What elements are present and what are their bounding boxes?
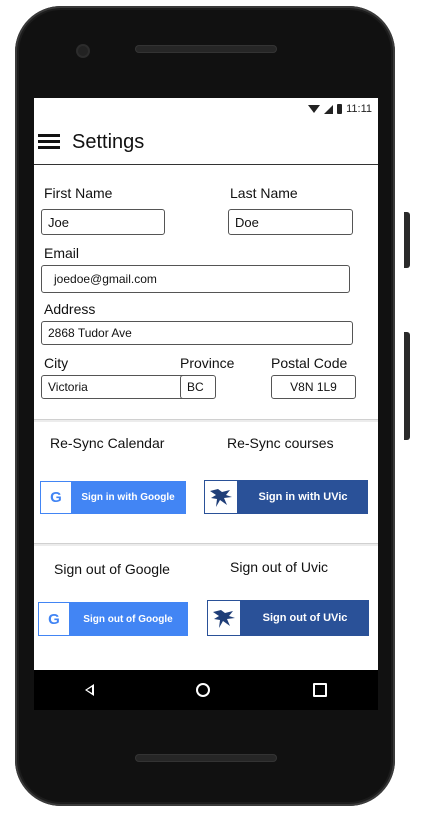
home-icon[interactable] (196, 683, 211, 697)
uvic-sign-out-label: Sign out of UVic (262, 612, 348, 624)
top-speaker (135, 45, 277, 53)
postal-code-label: Postal Code (271, 355, 348, 371)
status-time: 11:11 (346, 103, 372, 115)
profile-form: First Name Last Name Joe Doe Email joedo… (34, 165, 378, 420)
sign-out-google-label: Sign out of Google (54, 561, 170, 577)
bottom-speaker (135, 754, 277, 762)
battery-icon (337, 104, 343, 114)
province-field[interactable]: BC (180, 375, 216, 399)
email-field[interactable]: joedoe@gmail.com (41, 265, 350, 293)
province-label: Province (180, 355, 235, 371)
front-camera (78, 46, 88, 56)
first-name-field[interactable]: Joe (41, 209, 165, 235)
address-field[interactable]: 2868 Tudor Ave (41, 321, 353, 345)
resync-courses-label: Re-Sync courses (227, 435, 334, 451)
page-title: Settings (72, 130, 145, 153)
app-screen: 11:11 Settings First Name Last Name Joe … (34, 98, 378, 710)
city-field[interactable]: Victoria (41, 375, 193, 399)
first-name-label: First Name (44, 185, 113, 201)
google-sign-in-label: Sign in with Google (71, 482, 185, 513)
wifi-icon (308, 105, 321, 113)
resync-calendar-label: Re-Sync Calendar (50, 435, 165, 451)
last-name-field[interactable]: Doe (228, 209, 353, 235)
city-label: City (44, 355, 69, 371)
status-bar: 11:11 (34, 98, 378, 120)
sign-out-uvic-label: Sign out of Uvic (230, 559, 329, 575)
uvic-bird-icon (204, 480, 238, 514)
system-nav-bar (34, 670, 378, 710)
google-g-icon: G (41, 482, 71, 513)
menu-icon[interactable] (38, 134, 60, 150)
section-divider (34, 419, 378, 422)
email-label: Email (44, 245, 80, 261)
section-divider (34, 543, 378, 546)
postal-code-field[interactable]: V8N 1L9 (271, 375, 356, 399)
google-sign-out-label: Sign out of Google (69, 603, 187, 635)
recent-apps-icon[interactable] (312, 683, 327, 697)
uvic-sign-in-label: Sign in with UVic (258, 491, 348, 503)
volume-button (404, 212, 410, 268)
app-bar: Settings (34, 120, 378, 165)
google-sign-in-button[interactable]: G Sign in with Google (40, 481, 186, 514)
uvic-sign-in-button[interactable]: Sign in with UVic (204, 480, 368, 514)
uvic-sign-out-button[interactable]: Sign out of UVic (207, 600, 369, 636)
google-g-icon: G (39, 603, 69, 635)
power-button (404, 332, 410, 440)
google-sign-out-button[interactable]: G Sign out of Google (38, 602, 188, 636)
address-label: Address (44, 301, 96, 317)
back-icon[interactable] (85, 684, 95, 696)
uvic-bird-icon (207, 600, 241, 636)
signal-icon (324, 104, 334, 114)
last-name-label: Last Name (230, 185, 298, 201)
